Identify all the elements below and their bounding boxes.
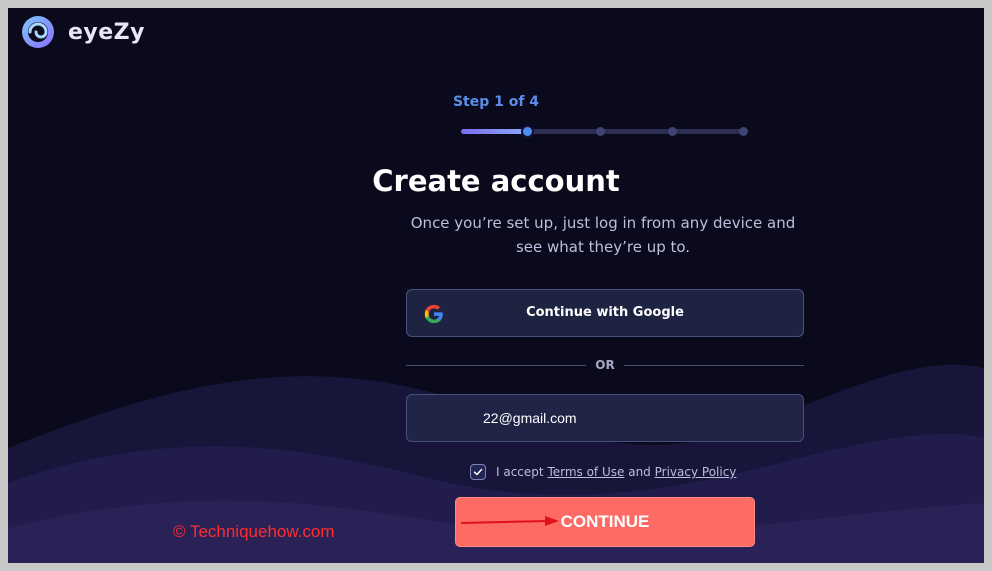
watermark-text: © Techniquehow.com <box>173 522 335 541</box>
progress-step-3 <box>668 127 677 136</box>
continue-button-label: CONTINUE <box>560 512 650 531</box>
privacy-policy-link[interactable]: Privacy Policy <box>655 465 737 479</box>
progress-bar <box>461 125 748 137</box>
progress-step-4 <box>739 127 748 136</box>
email-field[interactable] <box>406 394 804 442</box>
terms-of-use-link[interactable]: Terms of Use <box>547 465 624 479</box>
progress-fill <box>461 129 527 134</box>
eye-swirl-logo-icon <box>22 16 54 48</box>
checkmark-icon <box>473 468 483 476</box>
terms-row: I accept Terms of Use and Privacy Policy <box>470 463 736 481</box>
divider-line-right <box>624 365 804 366</box>
brand-logo[interactable]: eyeZy <box>20 14 145 50</box>
terms-checkbox[interactable] <box>470 464 486 480</box>
continue-with-google-button[interactable]: Continue with Google <box>406 289 804 337</box>
terms-text: I accept Terms of Use and Privacy Policy <box>496 465 736 479</box>
page-subtitle: Once you’re set up, just log in from any… <box>410 214 796 256</box>
or-divider: OR <box>406 356 804 374</box>
brand-name: eyeZy <box>68 19 145 45</box>
step-indicator: Step 1 of 4 <box>452 94 540 110</box>
continue-button[interactable]: CONTINUE <box>455 497 755 547</box>
google-button-label: Continue with Google <box>526 305 684 320</box>
signup-page: eyeZy Step 1 of 4 Create account Once yo… <box>8 8 984 563</box>
progress-step-2 <box>596 127 605 136</box>
terms-prefix: I accept <box>496 465 544 479</box>
progress-step-1 <box>523 127 532 136</box>
page-title: Create account <box>372 164 620 198</box>
terms-conjunction: and <box>628 465 651 479</box>
